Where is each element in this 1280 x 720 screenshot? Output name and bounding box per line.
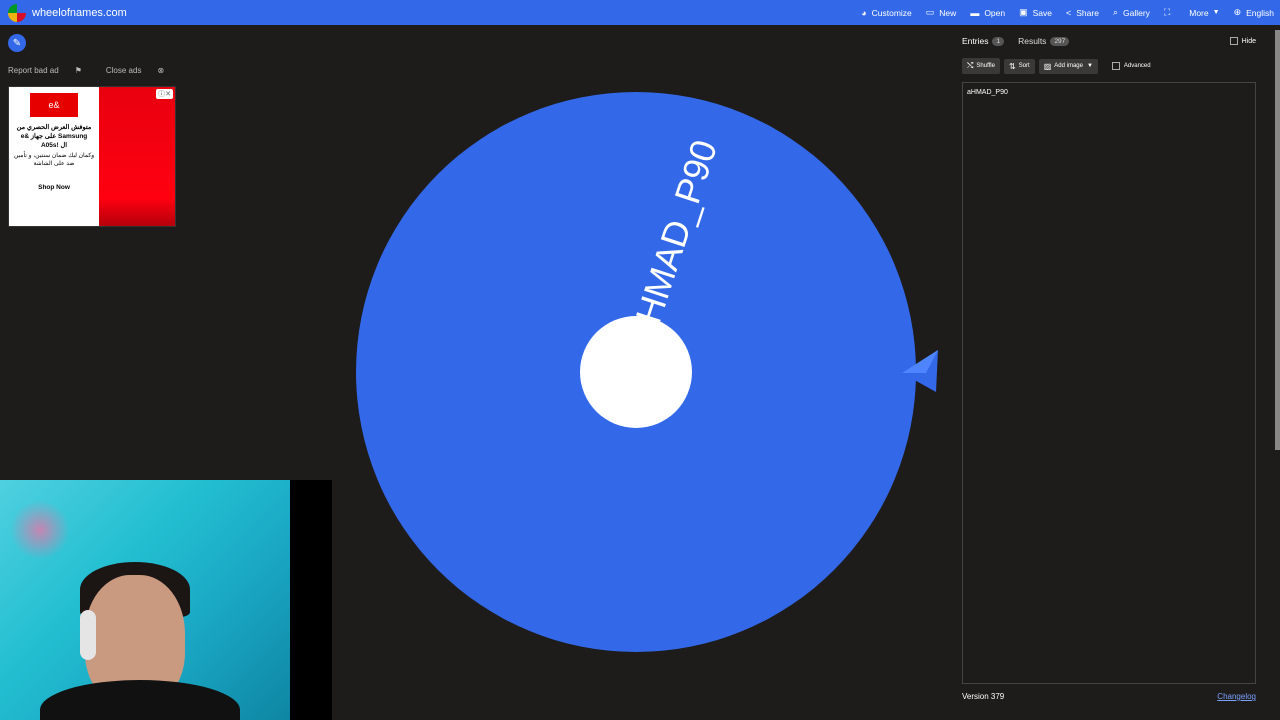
ad-links: Report bad ad ⚑ Close ads ⊗: [8, 66, 188, 75]
ad-logo: e&: [30, 93, 78, 117]
wheel-center[interactable]: [580, 316, 692, 428]
nav-customize[interactable]: ◕ Customize: [861, 8, 912, 18]
panel-tabs: Entries 1 Results 297: [956, 30, 1274, 52]
ad-headline: متوفش العرض الحصري من e& على جهاز Samsun…: [16, 124, 92, 149]
add-image-button[interactable]: ▨ Add image ▼: [1038, 58, 1098, 74]
palette-icon: ◕: [861, 7, 867, 18]
brand[interactable]: wheelofnames.com: [8, 3, 127, 22]
sort-button[interactable]: ⇅ Sort: [1003, 58, 1035, 74]
share-icon: <: [1066, 7, 1072, 18]
file-icon: ▭: [925, 7, 935, 17]
brand-name: wheelofnames.com: [32, 6, 127, 19]
shuffle-button[interactable]: ⤭ Shuffle: [962, 58, 1000, 74]
nav-language[interactable]: ⊕ English: [1234, 7, 1274, 18]
entries-toolbar: ⤭ Shuffle ⇅ Sort ▨ Add image ▼ Advanced: [956, 58, 1274, 74]
wheel-logo-icon: [8, 3, 26, 22]
nav-menu: ◕ Customize ▭ New ▬ Open ▣ Save < Share ⌕ Gall…: [847, 0, 1274, 25]
sort-icon: ⇅: [1008, 61, 1016, 71]
entry-line: aHMAD_P90: [967, 89, 1008, 96]
hide-checkbox[interactable]: Hide: [1229, 37, 1256, 45]
nav-open[interactable]: ▬ Open: [970, 8, 1005, 18]
version-label: Version 379: [962, 692, 1005, 701]
entries-panel: Entries 1 Results 297 Hide ⤭ Shuffle ⇅ Sort …: [956, 30, 1274, 714]
pencil-icon: ✎: [12, 37, 22, 49]
entries-textarea[interactable]: aHMAD_P90: [962, 82, 1256, 684]
headset: [80, 610, 96, 660]
ad-subtext: وكمان ليك ضمان سنتين، و تأمين ضد على الش…: [13, 153, 95, 167]
nav-share[interactable]: < Share: [1066, 8, 1099, 18]
fullscreen-icon: ⛶: [1163, 7, 1171, 17]
nav-fullscreen[interactable]: ⛶: [1164, 7, 1175, 18]
scrollbar[interactable]: [1275, 30, 1280, 450]
ad-content: e& متوفش العرض الحصري من e& على جهاز Sam…: [9, 87, 99, 226]
shuffle-icon: ⤭: [967, 61, 974, 70]
person-body: [40, 680, 240, 720]
tab-results[interactable]: Results 297: [1018, 36, 1070, 46]
ad-cta-button[interactable]: Shop Now: [38, 184, 70, 191]
chevron-down-icon: ▼: [1212, 9, 1220, 16]
tab-entries[interactable]: Entries 1: [962, 36, 1005, 46]
advertisement[interactable]: e& متوفش العرض الحصري من e& على جهاز Sam…: [8, 86, 176, 227]
changelog-link[interactable]: Changelog: [1217, 692, 1256, 701]
close-icon: ⊗: [157, 66, 165, 75]
flag-icon: ⚑: [74, 66, 82, 75]
report-ad-link[interactable]: Report bad ad ⚑: [8, 66, 94, 75]
top-navbar: wheelofnames.com ◕ Customize ▭ New ▬ Open ▣…: [0, 0, 1280, 25]
entries-count-badge: 1: [992, 36, 1005, 46]
ad-choices-icon[interactable]: ⓘ✕: [156, 89, 173, 99]
webcam-overlay: [0, 480, 332, 720]
nav-more[interactable]: More ▼: [1189, 8, 1219, 18]
wheel-area: aHMAD_P90: [340, 30, 940, 720]
ad-image: ⓘ✕: [99, 87, 175, 226]
image-icon: ▨: [1043, 61, 1052, 71]
nav-save[interactable]: ▣ Save: [1019, 7, 1052, 18]
nav-gallery[interactable]: ⌕ Gallery: [1113, 7, 1150, 18]
wheel[interactable]: aHMAD_P90: [340, 30, 940, 720]
search-icon: ⌕: [1112, 7, 1118, 17]
save-icon: ▣: [1019, 7, 1028, 17]
nav-new[interactable]: ▭ New: [926, 7, 957, 18]
edit-button[interactable]: ✎: [8, 34, 26, 52]
chevron-down-icon: ▼: [1086, 63, 1093, 69]
advanced-checkbox[interactable]: Advanced: [1111, 62, 1151, 70]
results-count-badge: 297: [1050, 36, 1070, 46]
close-ads-link[interactable]: Close ads ⊗: [106, 66, 176, 75]
globe-icon: ⊕: [1233, 7, 1242, 17]
folder-icon: ▬: [970, 7, 980, 18]
